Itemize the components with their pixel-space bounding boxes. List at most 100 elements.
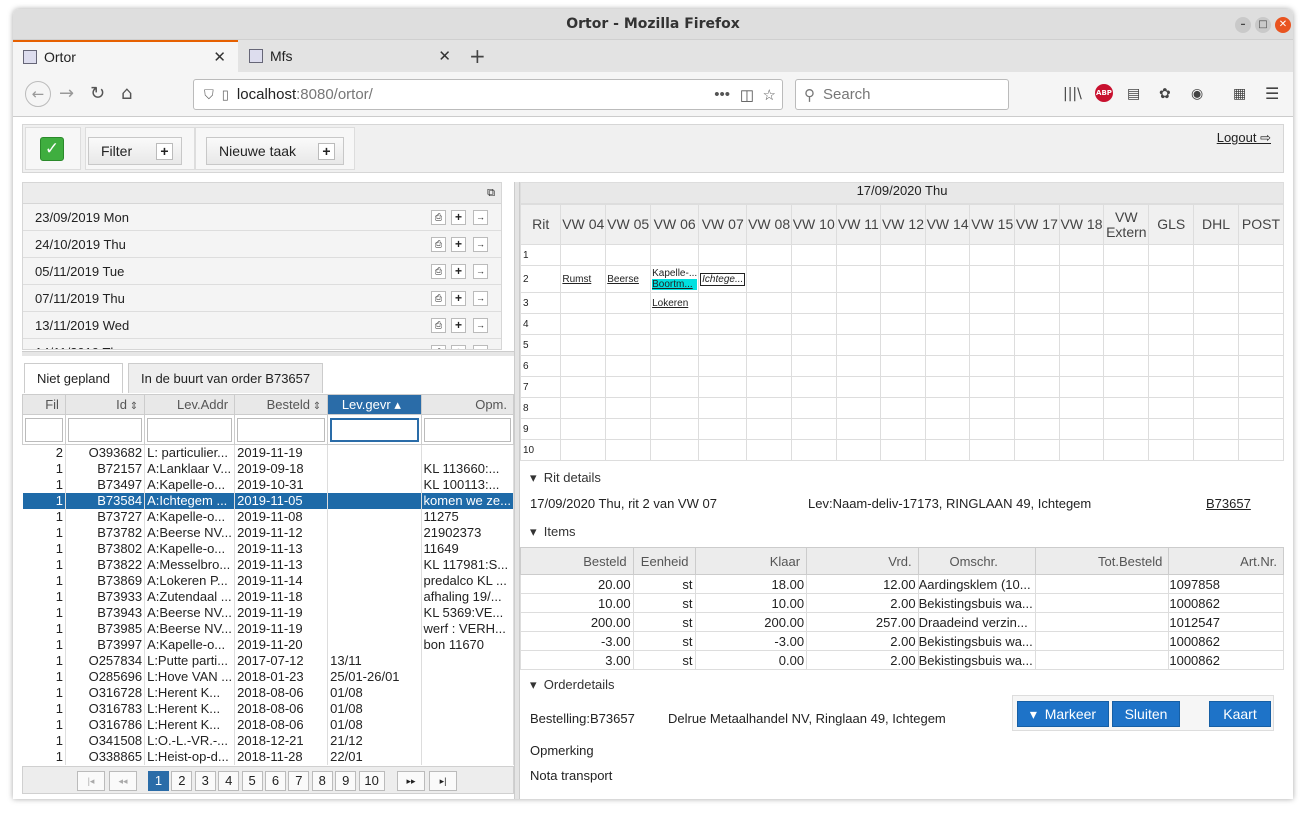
arrow-right-icon[interactable]: → — [473, 291, 488, 306]
rit-details-toggle[interactable]: ▾ Rit details — [530, 470, 601, 486]
plan-cell[interactable] — [880, 355, 926, 377]
plan-cell[interactable] — [698, 313, 748, 335]
plan-cell[interactable] — [1193, 334, 1239, 356]
plan-cell[interactable] — [969, 376, 1016, 398]
plan-cell[interactable] — [790, 376, 837, 398]
plan-cell[interactable] — [1014, 292, 1060, 314]
tab-in-de-buurt[interactable]: In de buurt van order B73657 — [128, 363, 324, 393]
plan-cell[interactable] — [880, 334, 926, 356]
prev-page-icon[interactable]: ◂◂ — [109, 771, 137, 791]
table-row[interactable]: 1 O338865 L:Heist-op-d... 2018-11-28 22/01 — [22, 748, 515, 765]
table-row[interactable]: 1 B73822 A:Messelbro... 2019-11-13 KL 117981… — [22, 556, 515, 573]
plan-cell[interactable] — [1148, 334, 1195, 356]
plan-cell[interactable] — [880, 244, 926, 266]
plan-cell[interactable] — [880, 376, 926, 398]
date-row[interactable]: 14/11/2019 Thu ⎙ + → — [23, 339, 501, 349]
table-row[interactable]: 1 O316783 L:Herent K... 2018-08-06 01/08 — [22, 700, 515, 717]
plan-cell[interactable] — [605, 313, 652, 335]
plan-cell[interactable] — [1148, 355, 1195, 377]
page-button[interactable]: 6 — [265, 771, 286, 791]
plan-cell[interactable] — [650, 397, 700, 419]
plan-cell[interactable] — [924, 355, 971, 377]
plan-cell[interactable] — [835, 292, 882, 314]
adblock-icon[interactable]: ABP — [1095, 84, 1113, 102]
plan-cell[interactable] — [698, 355, 748, 377]
plan-cell[interactable] — [1103, 439, 1150, 461]
plan-cell[interactable] — [560, 418, 607, 440]
plan-cell[interactable] — [880, 397, 926, 419]
orderdetails-toggle[interactable]: ▾ Orderdetails — [530, 677, 615, 693]
plan-cell[interactable] — [1237, 292, 1285, 314]
close-tab-icon[interactable]: ✕ — [213, 48, 226, 66]
restore-icon[interactable]: ⧉ — [487, 186, 495, 200]
table-row[interactable]: 1 B73802 A:Kapelle-o... 2019-11-13 11649 — [22, 540, 515, 557]
column-header[interactable]: Opm. — [420, 394, 515, 415]
plan-cell[interactable] — [650, 334, 700, 356]
plan-cell[interactable] — [924, 439, 971, 461]
plan-cell[interactable] — [1014, 244, 1060, 266]
item-row[interactable]: 20.00 st 18.00 12.00 Aardingsklem (10... 1097… — [520, 574, 1284, 594]
plan-cell[interactable] — [746, 397, 792, 419]
plan-cell[interactable] — [1148, 292, 1195, 314]
page-button[interactable]: 2 — [171, 771, 193, 791]
plan-cell[interactable] — [835, 397, 882, 419]
plan-cell[interactable] — [698, 376, 748, 398]
plan-cell[interactable] — [924, 376, 971, 398]
plan-cell[interactable] — [880, 439, 926, 461]
menu-icon[interactable]: ☰ — [1265, 84, 1279, 103]
table-row[interactable]: 1 B73985 A:Beerse NV... 2019-11-19 werf : VE… — [22, 620, 515, 637]
plan-cell[interactable] — [746, 244, 792, 266]
items-column-header[interactable]: Eenheid — [632, 547, 696, 575]
forward-icon[interactable]: → — [59, 84, 74, 104]
plan-cell[interactable] — [1193, 439, 1239, 461]
tab-ortor[interactable]: Ortor ✕ — [13, 40, 238, 72]
plan-cell[interactable] — [560, 292, 607, 314]
plan-cell[interactable] — [969, 355, 1016, 377]
print-icon[interactable]: ⎙ — [431, 291, 446, 306]
plan-cell[interactable] — [790, 313, 837, 335]
plan-cell[interactable] — [1103, 376, 1150, 398]
plan-cell[interactable] — [605, 355, 652, 377]
date-row[interactable]: 05/11/2019 Tue ⎙ + → — [23, 258, 501, 285]
plan-cell[interactable] — [790, 355, 837, 377]
plan-cell[interactable] — [924, 265, 971, 293]
plan-cell[interactable] — [698, 397, 748, 419]
plan-cell[interactable] — [1148, 376, 1195, 398]
plan-cell[interactable] — [746, 355, 792, 377]
plan-cell[interactable] — [560, 439, 607, 461]
plan-cell[interactable] — [969, 244, 1016, 266]
table-row[interactable]: 1 B72157 A:Lanklaar V... 2019-09-18 KL 11366… — [22, 460, 515, 477]
plan-cell[interactable] — [1193, 376, 1239, 398]
date-row[interactable]: 07/11/2019 Thu ⎙ + → — [23, 285, 501, 312]
items-column-header[interactable]: Vrd. — [806, 547, 919, 575]
plan-cell[interactable] — [1237, 265, 1285, 293]
trip-chip[interactable]: Beerse — [607, 274, 639, 285]
horizontal-splitter[interactable] — [22, 351, 514, 356]
plan-cell[interactable] — [1148, 397, 1195, 419]
plan-cell[interactable] — [1237, 418, 1285, 440]
close-tab-icon[interactable]: ✕ — [438, 47, 451, 65]
plan-cell[interactable] — [835, 376, 882, 398]
plan-cell[interactable] — [746, 334, 792, 356]
plan-cell[interactable] — [835, 334, 882, 356]
plan-cell[interactable] — [1193, 355, 1239, 377]
plan-cell[interactable] — [650, 418, 700, 440]
trip-chip-active[interactable]: Ichtege... — [700, 272, 746, 286]
plan-cell[interactable] — [1237, 334, 1285, 356]
minimize-icon[interactable]: – — [1235, 17, 1251, 33]
plan-cell[interactable] — [1014, 439, 1060, 461]
item-row[interactable]: 200.00 st 200.00 257.00 Draadeind verzin... 1… — [520, 612, 1284, 632]
date-row[interactable]: 23/09/2019 Mon ⎙ + → — [23, 204, 501, 231]
plan-cell[interactable] — [1237, 397, 1285, 419]
home-icon[interactable]: ⌂ — [121, 84, 132, 104]
tab-niet-gepland[interactable]: Niet gepland — [24, 363, 123, 393]
table-row[interactable]: 1 B73497 A:Kapelle-o... 2019-10-31 KL 100113… — [22, 476, 515, 493]
table-row[interactable]: 1 B73933 A:Zutendaal ... 2019-11-18 afhaling… — [22, 588, 515, 605]
plan-cell[interactable] — [605, 334, 652, 356]
plan-cell[interactable] — [1058, 376, 1105, 398]
page-button[interactable]: 4 — [218, 771, 240, 791]
plan-cell[interactable] — [1058, 334, 1105, 356]
items-column-header[interactable]: Tot.Besteld — [1034, 547, 1170, 575]
back-icon[interactable]: ← — [25, 81, 51, 107]
plan-cell[interactable] — [790, 244, 837, 266]
